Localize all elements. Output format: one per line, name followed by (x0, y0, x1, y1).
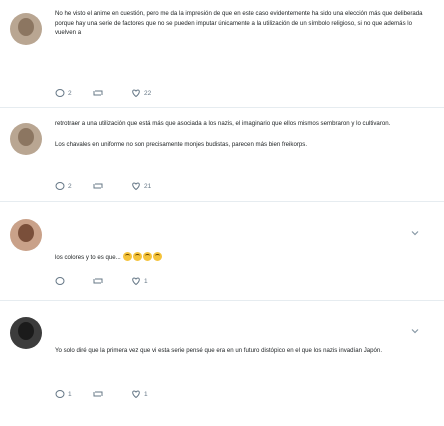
tweet-actions: 2 22 (55, 87, 375, 99)
reply-count: 2 (68, 182, 72, 190)
heart-icon (132, 277, 140, 286)
heart-icon (132, 89, 140, 98)
tweet-paragraph: Los chavales en uniforme no son precisam… (55, 140, 308, 148)
retweet-button[interactable] (92, 275, 107, 287)
grimacing-face-icon (133, 252, 143, 261)
avatar[interactable] (10, 123, 42, 155)
retweet-icon (93, 183, 103, 189)
reply-button[interactable]: 2 (55, 87, 72, 99)
like-count: 1 (144, 390, 148, 398)
tweet-paragraph-text: los colores y to es que... (55, 254, 123, 261)
retweet-button[interactable] (92, 87, 107, 99)
tweet-actions: 2 21 (55, 180, 375, 192)
retweet-icon (93, 278, 103, 284)
heart-icon (132, 390, 140, 399)
reply-icon (55, 277, 65, 285)
retweet-button[interactable] (92, 388, 107, 400)
reply-count: 2 (68, 89, 72, 97)
retweet-icon (93, 90, 103, 96)
reply-icon (55, 390, 65, 398)
grimacing-face-icon (143, 252, 153, 261)
tweet-actions: 1 (55, 275, 375, 287)
like-button[interactable]: 21 (131, 180, 151, 192)
grimacing-face-icon (123, 252, 133, 261)
avatar[interactable] (10, 219, 42, 251)
tweet-text: retrotraer a una utilización que está má… (55, 119, 427, 149)
like-count: 1 (144, 277, 148, 285)
heart-icon (132, 182, 140, 191)
tweet-actions: 1 1 (55, 388, 375, 400)
reply-button[interactable] (55, 275, 68, 287)
divider (0, 300, 444, 301)
tweet-text: Yo solo diré que la primera vez que vi e… (55, 346, 427, 356)
like-count: 21 (144, 182, 152, 190)
reply-count: 1 (68, 390, 72, 398)
tweet-paragraph: retrotraer a una utilización que está má… (55, 120, 391, 127)
avatar[interactable] (10, 13, 42, 45)
grimacing-face-icon (153, 252, 163, 261)
like-button[interactable]: 22 (131, 87, 151, 99)
chevron-down-icon[interactable] (410, 326, 420, 336)
avatar[interactable] (10, 317, 42, 349)
divider (0, 107, 444, 108)
tweet-paragraph: Yo solo diré que la primera vez que vi e… (55, 347, 383, 354)
tweet-paragraph: No he visto el anime en cuestión, pero m… (55, 10, 423, 37)
like-button[interactable]: 1 (131, 388, 148, 400)
tweet-text: los colores y to es que... (55, 252, 427, 263)
reply-button[interactable]: 2 (55, 180, 72, 192)
chevron-down-icon[interactable] (410, 228, 420, 238)
reply-icon (55, 89, 65, 97)
divider (0, 201, 444, 202)
tweet-text: No he visto el anime en cuestión, pero m… (55, 9, 427, 38)
tweet-paragraph: los colores y to es que... (55, 252, 427, 263)
retweet-button[interactable] (92, 180, 107, 192)
reply-button[interactable]: 1 (55, 388, 72, 400)
like-button[interactable]: 1 (131, 275, 148, 287)
reply-icon (55, 182, 65, 190)
like-count: 22 (144, 89, 152, 97)
retweet-icon (93, 391, 103, 397)
